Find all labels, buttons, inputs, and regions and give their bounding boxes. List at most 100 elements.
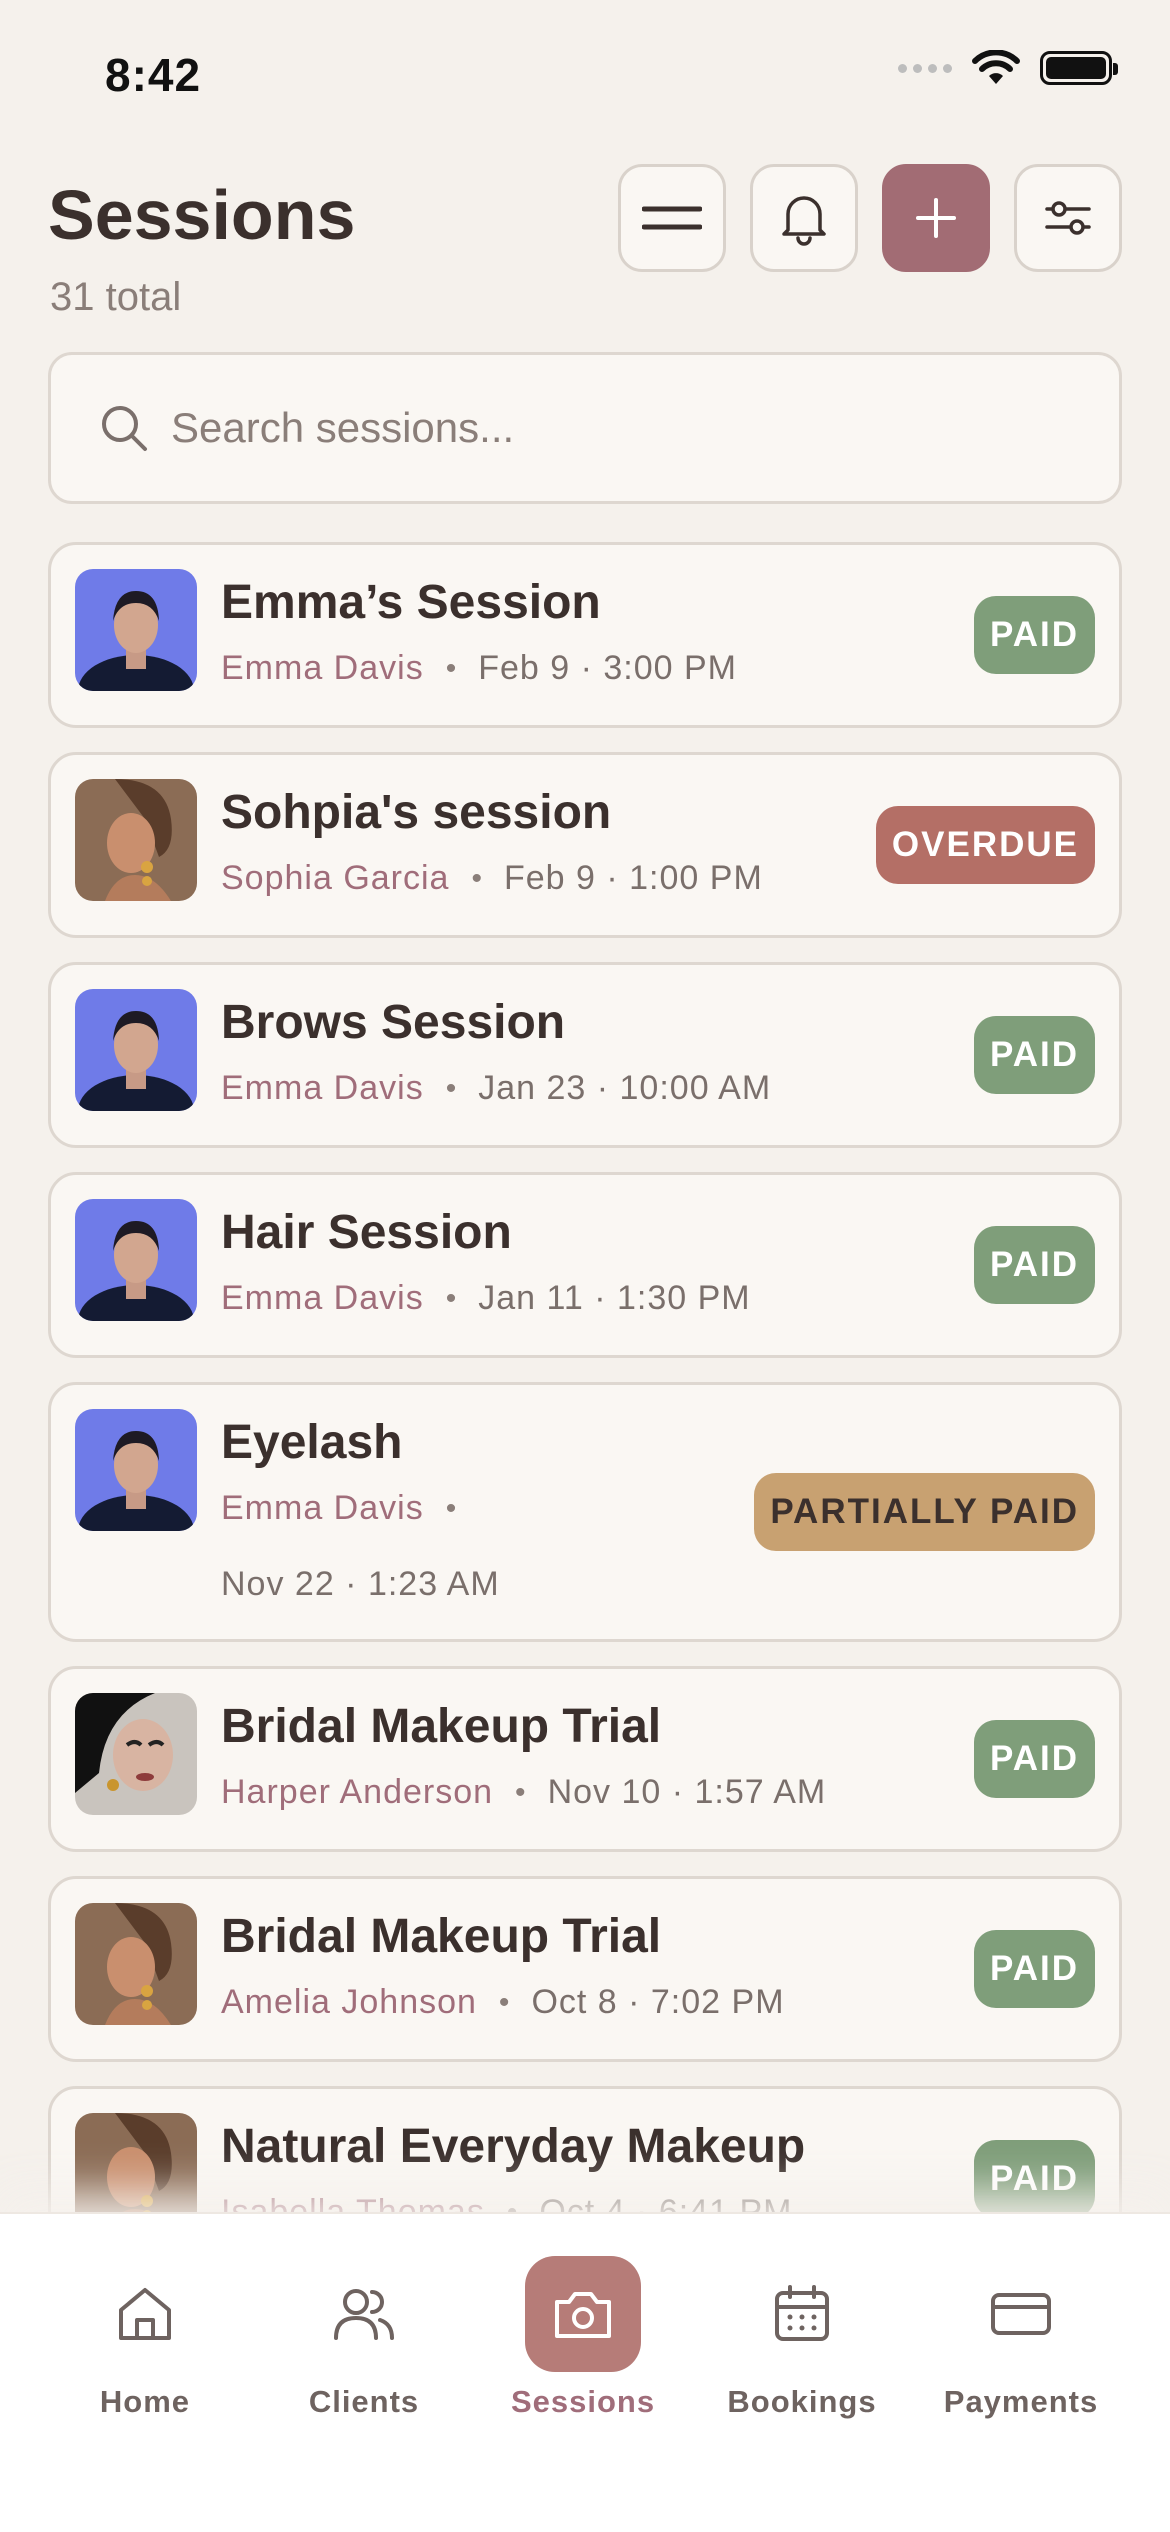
client-name[interactable]: Emma Davis [221, 649, 424, 688]
users-icon [334, 2289, 394, 2340]
separator-dot: • [445, 651, 457, 685]
separator-dot: • [515, 1775, 526, 1809]
avatar [75, 989, 197, 1111]
avatar [75, 569, 197, 691]
avatar [75, 1199, 197, 1321]
status-badge: PAID [973, 596, 1095, 674]
session-meta: Emma Davis • Jan 11 · 1:30 PM [221, 1279, 751, 1318]
status-bar: 8:42 [0, 0, 1170, 150]
status-badge: PAID [973, 1226, 1095, 1304]
session-card[interactable]: Bridal Makeup Trial Harper Anderson • No… [48, 1666, 1122, 1852]
tab-home[interactable]: Home [45, 2214, 245, 2454]
session-datetime: Oct 8 · 7:02 PM [531, 1983, 785, 2021]
wifi-icon [972, 50, 1020, 84]
add-session-button[interactable] [882, 164, 990, 272]
session-title: Brows Session [221, 996, 566, 1049]
separator-dot: • [498, 1985, 510, 2019]
session-datetime: Feb 9 · 3:00 PM [478, 649, 737, 687]
avatar [75, 1693, 197, 1815]
search-icon [102, 406, 147, 451]
client-name[interactable]: Emma Davis [221, 1489, 424, 1528]
session-card[interactable]: Natural Everyday Makeup Isabella Thomas … [48, 2086, 1122, 2212]
session-card[interactable]: Sohpia's session Sophia Garcia • Feb 9 ·… [48, 752, 1122, 938]
cellular-signal-icon [898, 63, 952, 73]
tab-clients[interactable]: Clients [264, 2214, 464, 2454]
session-meta: Emma Davis • [221, 1489, 478, 1528]
session-title: Bridal Makeup Trial [221, 1700, 662, 1753]
tab-icon-wrap [87, 2256, 203, 2372]
tab-label: Bookings [727, 2384, 877, 2419]
battery-icon [1040, 51, 1118, 85]
client-name[interactable]: Amelia Johnson [221, 1983, 477, 2022]
tab-payments[interactable]: Payments [921, 2214, 1121, 2454]
status-icons [898, 50, 1118, 86]
tab-bar: Home Clients Sessions Bookings Payments [0, 2212, 1170, 2532]
session-meta: Sophia Garcia • Feb 9 · 1:00 PM [221, 859, 763, 898]
tab-label: Payments [943, 2384, 1099, 2419]
session-card[interactable]: Hair Session Emma Davis • Jan 11 · 1:30 … [48, 1172, 1122, 1358]
credit-card-icon [991, 2293, 1051, 2335]
menu-button[interactable] [618, 164, 726, 272]
session-datetime: Nov 10 · 1:57 AM [547, 1773, 827, 1811]
separator-dot: • [445, 1281, 457, 1315]
avatar [75, 1409, 197, 1531]
tab-label: Clients [308, 2384, 420, 2419]
client-name[interactable]: Sophia Garcia [221, 859, 449, 898]
tab-icon-wrap [306, 2256, 422, 2372]
client-name[interactable]: Isabella Thomas [221, 2193, 485, 2212]
session-card[interactable]: Bridal Makeup Trial Amelia Johnson • Oct… [48, 1876, 1122, 2062]
client-name[interactable]: Emma Davis [221, 1069, 424, 1108]
bell-icon [782, 196, 826, 246]
separator-dot: • [471, 861, 482, 895]
session-card[interactable]: Emma’s Session Emma Davis • Feb 9 · 3:00… [48, 542, 1122, 728]
tab-icon-wrap [744, 2256, 860, 2372]
camera-icon [555, 2292, 611, 2338]
session-datetime: Jan 23 · 10:00 AM [478, 1069, 772, 1107]
client-name[interactable]: Harper Anderson [221, 1773, 493, 1812]
session-list: Emma’s Session Emma Davis • Feb 9 · 3:00… [48, 542, 1122, 2212]
page-title: Sessions [48, 176, 356, 254]
tab-label: Sessions [510, 2384, 656, 2419]
session-datetime: Feb 9 · 1:00 PM [503, 859, 763, 897]
session-meta: Emma Davis • Feb 9 · 3:00 PM [221, 649, 737, 688]
tab-label: Home [99, 2384, 191, 2419]
avatar [75, 1903, 197, 2025]
session-meta: Harper Anderson • Nov 10 · 1:57 AM [221, 1773, 826, 1812]
avatar [75, 779, 197, 901]
session-meta: Amelia Johnson • Oct 8 · 7:02 PM [221, 1983, 785, 2022]
tab-sessions[interactable]: Sessions [483, 2214, 683, 2454]
tab-icon-wrap [963, 2256, 1079, 2372]
session-meta: Emma Davis • Jan 23 · 10:00 AM [221, 1069, 771, 1108]
status-badge: PAID [973, 2140, 1095, 2212]
session-datetime: Oct 4 · 6:41 PM [539, 2193, 793, 2212]
session-card[interactable]: Brows Session Emma Davis • Jan 23 · 10:0… [48, 962, 1122, 1148]
sliders-icon [1045, 201, 1091, 235]
session-count: 31 total [50, 275, 182, 319]
status-badge: OVERDUE [875, 806, 1095, 884]
calendar-icon [775, 2285, 829, 2341]
session-title: Emma’s Session [221, 576, 601, 629]
search-input[interactable] [171, 404, 1071, 452]
menu-icon [642, 206, 702, 230]
status-badge: PARTIALLY PAID [754, 1473, 1095, 1551]
header-actions [618, 164, 1122, 272]
separator-dot: • [445, 1071, 457, 1105]
session-title: Natural Everyday Makeup [221, 2120, 806, 2173]
status-badge: PAID [973, 1930, 1095, 2008]
avatar [75, 2113, 197, 2212]
client-name[interactable]: Emma Davis [221, 1279, 424, 1318]
tab-icon-wrap [525, 2256, 641, 2372]
session-title: Sohpia's session [221, 786, 612, 839]
session-title: Eyelash [221, 1416, 403, 1469]
search-bar[interactable] [48, 352, 1122, 504]
session-datetime: Jan 11 · 1:30 PM [478, 1279, 751, 1317]
plus-icon [916, 198, 956, 238]
filter-button[interactable] [1014, 164, 1122, 272]
session-datetime: Nov 22 · 1:23 AM [221, 1565, 500, 1603]
status-badge: PAID [973, 1016, 1095, 1094]
session-card[interactable]: Eyelash Emma Davis • Nov 22 · 1:23 AM PA… [48, 1382, 1122, 1642]
tab-bookings[interactable]: Bookings [702, 2214, 902, 2454]
separator-dot: • [506, 2195, 518, 2213]
status-badge: PAID [973, 1720, 1095, 1798]
notifications-button[interactable] [750, 164, 858, 272]
